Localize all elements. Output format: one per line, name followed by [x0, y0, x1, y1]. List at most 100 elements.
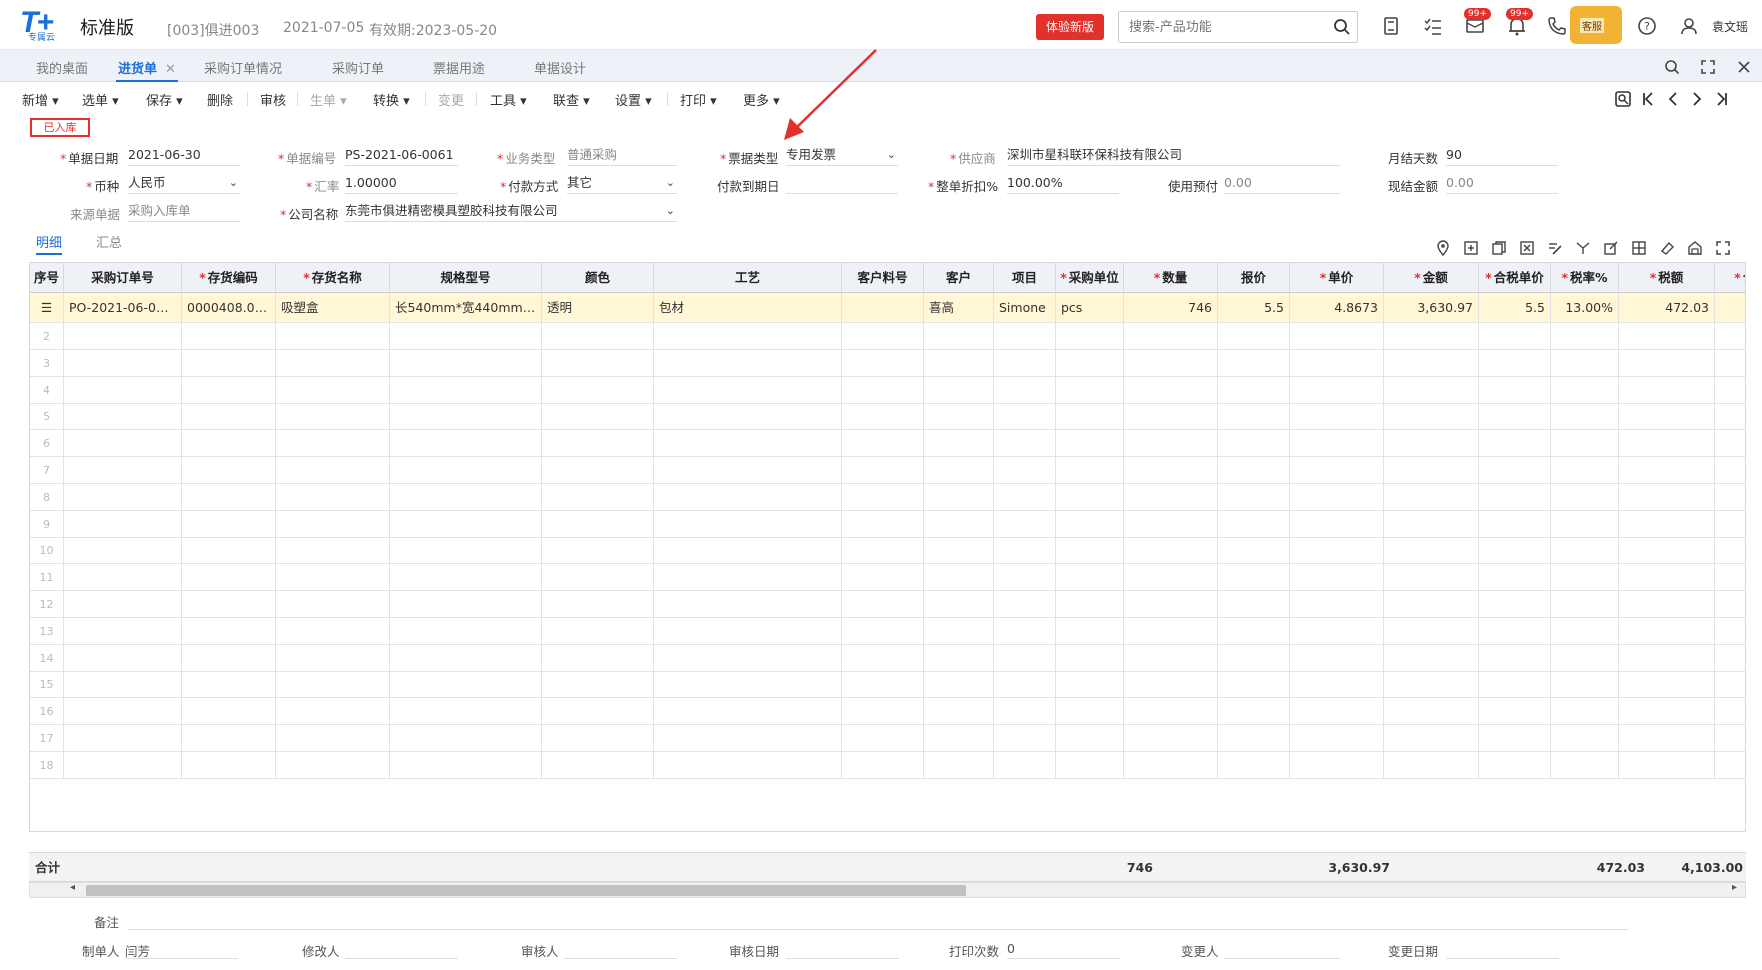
grid-cell[interactable] [390, 403, 542, 431]
grid-cell[interactable] [1290, 430, 1384, 458]
grid-cell[interactable] [654, 671, 842, 699]
grid-cell[interactable] [1551, 430, 1619, 458]
source-bill-field[interactable]: 采购入库单 [128, 202, 240, 222]
grid-cell[interactable] [276, 751, 390, 779]
column-header[interactable]: * 金额 [1384, 263, 1479, 293]
settings-button[interactable]: 设置 ▾ [615, 90, 652, 109]
table-row[interactable]: 17 [30, 725, 1745, 752]
grid-cell[interactable]: 喜高 [924, 293, 994, 323]
user-name[interactable]: 袁文瑶 [1712, 18, 1748, 35]
grid-cell[interactable] [1056, 349, 1124, 377]
grid-cell[interactable] [1056, 591, 1124, 618]
grid-cell[interactable] [1619, 671, 1715, 699]
grid-cell[interactable] [994, 430, 1056, 458]
grid-cell[interactable] [1290, 483, 1384, 511]
grid-cell[interactable] [1715, 564, 1745, 591]
grid-cell[interactable] [276, 564, 390, 592]
table-row[interactable]: 14 [30, 644, 1745, 672]
grid-cell[interactable] [994, 671, 1056, 699]
grid-cell[interactable] [1218, 457, 1290, 484]
table-row[interactable]: 10 [30, 537, 1745, 565]
grid-cell[interactable] [1124, 349, 1218, 377]
grid-cell[interactable] [1619, 725, 1715, 752]
scrollbar-thumb[interactable] [86, 885, 966, 896]
grid-cell[interactable] [390, 725, 542, 752]
column-header[interactable]: * 税率% [1551, 263, 1619, 293]
grid-cell[interactable]: 5.5 [1479, 293, 1551, 323]
grid-cell[interactable] [1479, 671, 1551, 699]
grid-cell[interactable] [654, 591, 842, 618]
grid-cell[interactable] [654, 751, 842, 779]
user-icon[interactable] [1678, 15, 1700, 37]
table-row[interactable]: 18 [30, 751, 1745, 779]
grid-cell[interactable]: 746 [1124, 293, 1218, 323]
grid-cell[interactable] [1056, 457, 1124, 484]
column-header[interactable]: *合税金额 [1715, 263, 1745, 293]
grid-cell[interactable] [542, 376, 654, 404]
grid-cell[interactable] [64, 671, 182, 699]
grid-cell[interactable]: 13.00% [1551, 293, 1619, 323]
column-header[interactable]: 报价 [1218, 263, 1290, 293]
grid-cell[interactable] [1619, 537, 1715, 565]
grid-cell[interactable] [182, 430, 276, 458]
grid-cell[interactable] [842, 725, 924, 752]
export-icon[interactable] [1603, 240, 1619, 256]
grid-cell[interactable]: 3,630.97 [1384, 293, 1479, 323]
grid-cell[interactable] [542, 430, 654, 458]
grid-cell[interactable]: Simone [994, 293, 1056, 323]
table-row[interactable]: ☰ PO-2021-06-0143 0000408.073 吸塑盒 长540mm*宽44… [30, 293, 1745, 323]
grid-cell[interactable] [1619, 510, 1715, 538]
grid-cell[interactable] [390, 564, 542, 592]
grid-cell[interactable] [1124, 591, 1218, 618]
grid-cell[interactable] [842, 293, 924, 323]
grid-cell[interactable] [654, 376, 842, 404]
search-input[interactable] [1119, 12, 1319, 42]
table-row[interactable]: 16 [30, 698, 1745, 726]
grid-cell[interactable] [1619, 430, 1715, 458]
grid-cell[interactable] [1290, 349, 1384, 377]
grid-cell[interactable] [1218, 671, 1290, 699]
grid-cell[interactable] [1218, 537, 1290, 565]
grid-cell[interactable] [1384, 537, 1479, 565]
search-icon[interactable] [1333, 18, 1351, 36]
grid-cell[interactable] [542, 403, 654, 431]
grid-cell[interactable] [390, 751, 542, 779]
grid-cell[interactable] [1551, 644, 1619, 672]
table-row[interactable]: 3 [30, 349, 1745, 377]
grid-cell[interactable] [182, 591, 276, 618]
prev-record-icon[interactable] [1664, 90, 1682, 108]
grid-cell[interactable] [1551, 617, 1619, 645]
grid-cell[interactable] [654, 617, 842, 645]
column-header[interactable]: 工艺 [654, 263, 842, 293]
grid-cell[interactable] [276, 403, 390, 431]
grid-cell[interactable] [654, 483, 842, 511]
grid-cell[interactable] [1551, 537, 1619, 565]
grid-cell[interactable] [276, 644, 390, 672]
grid-cell[interactable] [182, 644, 276, 672]
grid-cell[interactable] [842, 751, 924, 779]
rate-field[interactable]: 1.00000 [345, 174, 458, 194]
grid-cell[interactable] [1479, 457, 1551, 484]
grid-cell[interactable] [64, 457, 182, 484]
grid-cell[interactable] [182, 725, 276, 752]
grid-cell[interactable] [842, 510, 924, 538]
grid-cell[interactable] [64, 644, 182, 672]
search-box[interactable] [1118, 11, 1358, 43]
grid-cell[interactable] [1290, 457, 1384, 484]
grid-cell[interactable] [1124, 537, 1218, 565]
grid-cell[interactable] [276, 483, 390, 511]
grid-cell[interactable] [390, 644, 542, 672]
more-button[interactable]: 更多 ▾ [743, 90, 780, 109]
locate-icon[interactable] [1614, 90, 1632, 108]
pay-method-select[interactable]: 其它 ⌄ [567, 174, 677, 194]
grid-cell[interactable] [542, 725, 654, 752]
grid-cell[interactable] [842, 644, 924, 672]
grid-cell[interactable] [1124, 564, 1218, 592]
grid-cell[interactable] [1056, 671, 1124, 699]
biz-type-field[interactable]: 普通采购 [567, 146, 677, 166]
grid-cell[interactable] [1479, 644, 1551, 672]
grid-cell[interactable] [390, 376, 542, 404]
print-button[interactable]: 打印 ▾ [680, 90, 717, 109]
grid-cell[interactable] [1715, 537, 1745, 564]
grid-cell[interactable] [1619, 698, 1715, 726]
